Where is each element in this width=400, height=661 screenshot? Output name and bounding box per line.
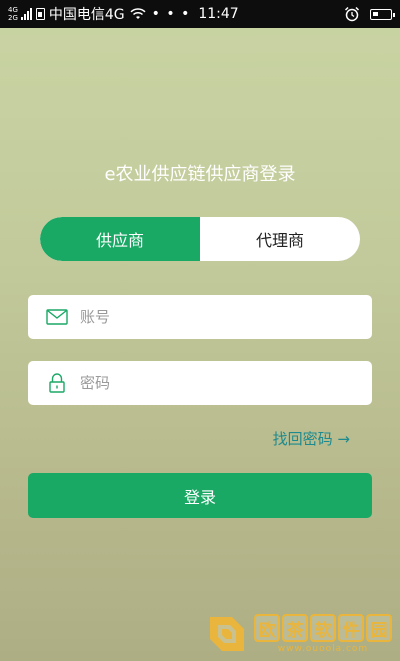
clock: 11:47	[198, 6, 239, 22]
sim-icon	[35, 8, 45, 20]
watermark-char: 欧	[254, 614, 280, 642]
tab-agent[interactable]: 代理商	[200, 217, 360, 261]
carrier-name: 中国电信4G	[48, 7, 125, 23]
password-field[interactable]	[28, 361, 372, 405]
watermark-brand: 欧 茶 软 件 园	[254, 614, 392, 642]
forgot-password-link[interactable]: 找回密码 →	[273, 428, 350, 449]
lock-icon	[49, 373, 65, 393]
battery-icon	[370, 8, 395, 20]
network-type-top: 4G	[8, 6, 18, 14]
mail-icon	[46, 309, 68, 325]
watermark-char: 茶	[282, 614, 308, 642]
network-type-bottom: 2G	[8, 14, 18, 22]
tab-supplier[interactable]: 供应商	[40, 217, 200, 261]
password-input[interactable]	[80, 374, 340, 392]
watermark-char: 园	[366, 614, 392, 642]
wifi-icon	[130, 8, 146, 19]
network-type-indicator: 4G 2G	[8, 6, 18, 22]
watermark-char: 件	[338, 614, 364, 642]
login-button[interactable]: 登录	[28, 473, 372, 518]
watermark-text: 欧 茶 软 件 园 www.ouoola.com	[254, 614, 392, 654]
page-title: e农业供应链供应商登录	[104, 164, 296, 185]
site-watermark: 欧 茶 软 件 园 www.ouoola.com	[206, 613, 392, 655]
role-segment-control: 供应商 代理商	[40, 217, 360, 261]
alarm-icon	[344, 6, 360, 22]
account-field[interactable]	[28, 295, 372, 339]
watermark-url: www.ouoola.com	[277, 644, 369, 654]
signal-icon	[20, 8, 32, 20]
account-input[interactable]	[80, 308, 340, 326]
watermark-char: 软	[310, 614, 336, 642]
watermark-logo-icon	[210, 617, 244, 651]
notification-dots: • • •	[151, 6, 191, 22]
status-bar: 4G 2G 中国电信4G • • • 11:47	[0, 0, 400, 28]
